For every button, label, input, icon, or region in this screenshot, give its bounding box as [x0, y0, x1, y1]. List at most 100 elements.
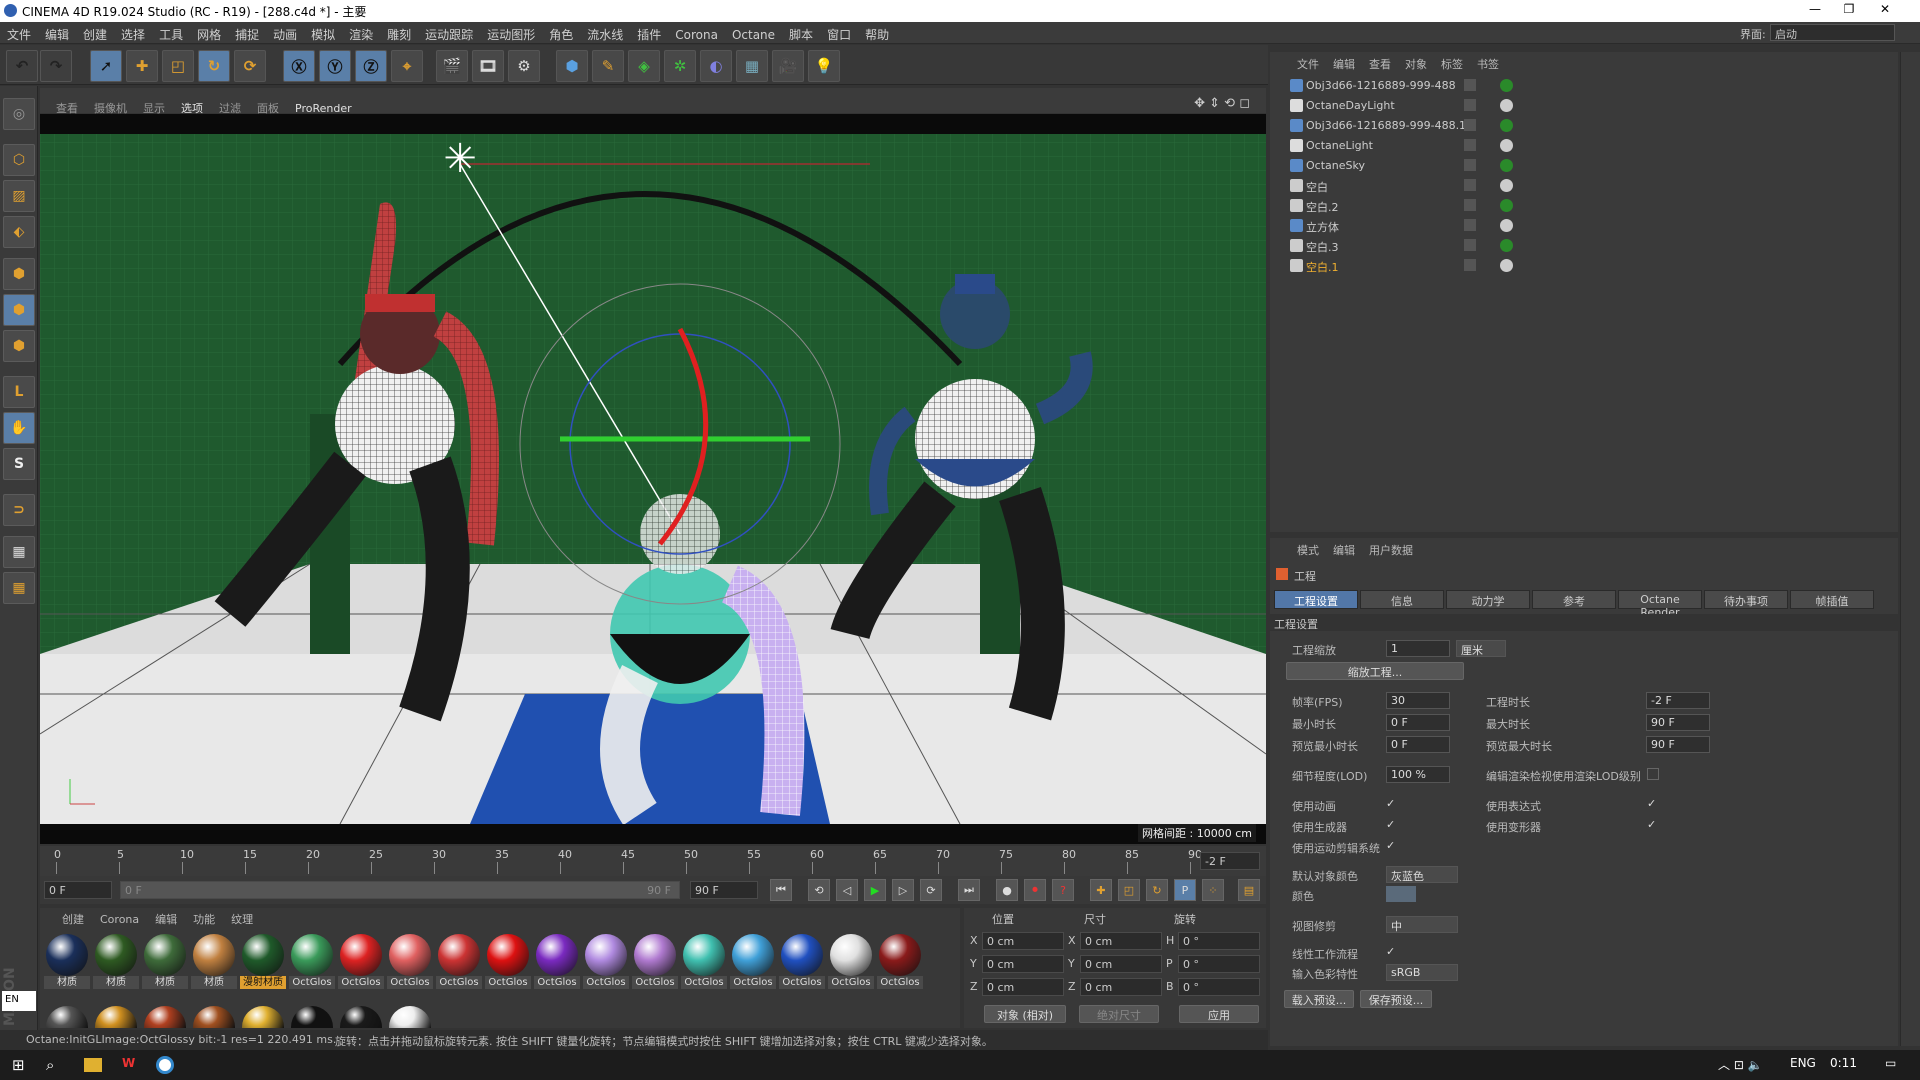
coord-mode-select[interactable]: 对象 (相对)	[984, 1005, 1066, 1023]
visibility-dots-icon[interactable]	[1464, 99, 1476, 111]
lod-field[interactable]: 100 %	[1386, 766, 1450, 783]
object-row[interactable]: 空白	[1270, 176, 1898, 196]
object-menu-item[interactable]: 查看	[1362, 52, 1398, 76]
material-swatch[interactable]	[144, 1006, 186, 1028]
menu-item[interactable]: 角色	[542, 22, 580, 44]
material-swatch[interactable]: 材质	[142, 932, 188, 992]
material-menu-item[interactable]: 纹理	[223, 908, 261, 930]
attr-menu-item[interactable]: 编辑	[1326, 538, 1362, 562]
object-row[interactable]: 空白.3	[1270, 236, 1898, 256]
right-tab-strip[interactable]	[1900, 52, 1920, 1046]
move-tool-icon[interactable]: ✚	[126, 50, 158, 82]
material-swatch[interactable]: OctGlos	[338, 932, 384, 992]
tag-icon[interactable]	[1500, 119, 1513, 132]
ime-indicator[interactable]: EN	[2, 991, 36, 1011]
material-swatch[interactable]: 漫射材质	[240, 932, 286, 992]
object-menu-item[interactable]: 文件	[1290, 52, 1326, 76]
size-field[interactable]: 0 cm	[1080, 955, 1162, 973]
menu-item[interactable]: 文件	[0, 22, 38, 44]
material-swatch[interactable]: OctGlos	[828, 932, 874, 992]
max-time-field[interactable]: 90 F	[1646, 714, 1710, 731]
object-row[interactable]: Obj3d66-1216889-999-488	[1270, 76, 1898, 96]
rotation-field[interactable]: 0 °	[1178, 932, 1260, 950]
object-menu-item[interactable]: 编辑	[1326, 52, 1362, 76]
menu-item[interactable]: 雕刻	[380, 22, 418, 44]
visibility-dots-icon[interactable]	[1464, 119, 1476, 131]
tag-icon[interactable]	[1500, 159, 1513, 172]
key-rotation-icon[interactable]: ↻	[1146, 879, 1168, 901]
next-key-icon[interactable]: ⟳	[920, 879, 942, 901]
tag-icon[interactable]	[1500, 239, 1513, 252]
render-view-icon[interactable]: 🎬	[436, 50, 468, 82]
menu-item[interactable]: Corona	[668, 24, 725, 46]
material-menu-item[interactable]: Corona	[92, 910, 147, 929]
cinema4d-taskbar-icon[interactable]	[156, 1056, 174, 1074]
attr-tab[interactable]: 动力学	[1446, 590, 1530, 609]
menu-item[interactable]: Octane	[725, 24, 782, 46]
material-swatch[interactable]: OctGlos	[632, 932, 678, 992]
wps-icon[interactable]: W	[122, 1056, 135, 1070]
material-swatch[interactable]: OctGlos	[877, 932, 923, 992]
tag-icon[interactable]	[1500, 99, 1513, 112]
default-color-select[interactable]: 灰蓝色	[1386, 866, 1458, 883]
project-length-field[interactable]: -2 F	[1646, 692, 1710, 709]
object-menu-item[interactable]: 对象	[1398, 52, 1434, 76]
material-swatch[interactable]	[389, 1006, 431, 1028]
menu-item[interactable]: 编辑	[38, 22, 76, 44]
object-row[interactable]: OctaneDayLight	[1270, 96, 1898, 116]
scale-tool-icon[interactable]: ◰	[162, 50, 194, 82]
model-mode-icon[interactable]: ⬡	[3, 144, 35, 176]
key-scale-icon[interactable]: ◰	[1118, 879, 1140, 901]
menu-item[interactable]: 网格	[190, 22, 228, 44]
material-menu-item[interactable]: 功能	[185, 908, 223, 930]
object-row[interactable]: 立方体	[1270, 216, 1898, 236]
position-field[interactable]: 0 cm	[982, 932, 1064, 950]
planar-workplane-icon[interactable]: ▦	[3, 572, 35, 604]
attr-tab[interactable]: 参考	[1532, 590, 1616, 609]
material-menu-item[interactable]: 创建	[54, 908, 92, 930]
material-swatch[interactable]: OctGlos	[485, 932, 531, 992]
visibility-dots-icon[interactable]	[1464, 199, 1476, 211]
object-menu-item[interactable]: 书签	[1470, 52, 1506, 76]
visibility-dots-icon[interactable]	[1464, 79, 1476, 91]
tag-icon[interactable]	[1500, 199, 1513, 212]
redo-icon[interactable]: ↷	[40, 50, 72, 82]
material-swatch[interactable]: OctGlos	[779, 932, 825, 992]
material-swatch[interactable]: 材质	[191, 932, 237, 992]
rotate-tool-icon[interactable]: ↻	[198, 50, 230, 82]
undo-icon[interactable]: ↶	[6, 50, 38, 82]
rotation-field[interactable]: 0 °	[1178, 978, 1260, 996]
object-row[interactable]: OctaneSky	[1270, 156, 1898, 176]
timeline-window-icon[interactable]: ▤	[1238, 879, 1260, 901]
size-mode-select[interactable]: 绝对尺寸	[1079, 1005, 1159, 1023]
menu-item[interactable]: 选择	[114, 22, 152, 44]
attr-tab[interactable]: 信息	[1360, 590, 1444, 609]
use-deformers-checkbox[interactable]: ✓	[1647, 818, 1659, 831]
menu-item[interactable]: 插件	[630, 22, 668, 44]
points-mode-icon[interactable]: ⬢	[3, 258, 35, 290]
visibility-dots-icon[interactable]	[1464, 139, 1476, 151]
enable-snap-icon[interactable]: ⊃	[3, 494, 35, 526]
tray-icons[interactable]: ︿ ⊡ 🔈	[1718, 1056, 1763, 1073]
material-swatch[interactable]: 材质	[93, 932, 139, 992]
attr-tab[interactable]: 帧插值	[1790, 590, 1874, 609]
visibility-dots-icon[interactable]	[1464, 239, 1476, 251]
edges-mode-icon[interactable]: ⬢	[3, 294, 35, 326]
material-swatch[interactable]: OctGlos	[534, 932, 580, 992]
keyframe-selection-icon[interactable]: ?	[1052, 879, 1074, 901]
attr-tab[interactable]: 待办事项	[1704, 590, 1788, 609]
layout-select[interactable]: 启动	[1770, 24, 1895, 41]
menu-item[interactable]: 脚本	[782, 22, 820, 44]
range-slider[interactable]: 0 F 90 F	[120, 881, 680, 899]
scale-unit-select[interactable]: 厘米	[1456, 640, 1506, 657]
key-pla-icon[interactable]: ⁘	[1202, 879, 1224, 901]
input-color-select[interactable]: sRGB	[1386, 964, 1458, 981]
menu-item[interactable]: 窗口	[820, 22, 858, 44]
notification-icon[interactable]: ▭	[1885, 1056, 1896, 1070]
viewport-menu-item[interactable]: 过滤	[211, 94, 249, 116]
z-axis-icon[interactable]: Ⓩ	[355, 50, 387, 82]
render-picture-viewer-icon[interactable]: 🎞	[472, 50, 504, 82]
linear-workflow-checkbox[interactable]: ✓	[1386, 945, 1398, 958]
ime-language[interactable]: ENG	[1790, 1056, 1816, 1070]
workplane-icon[interactable]: ⬖	[3, 216, 35, 248]
